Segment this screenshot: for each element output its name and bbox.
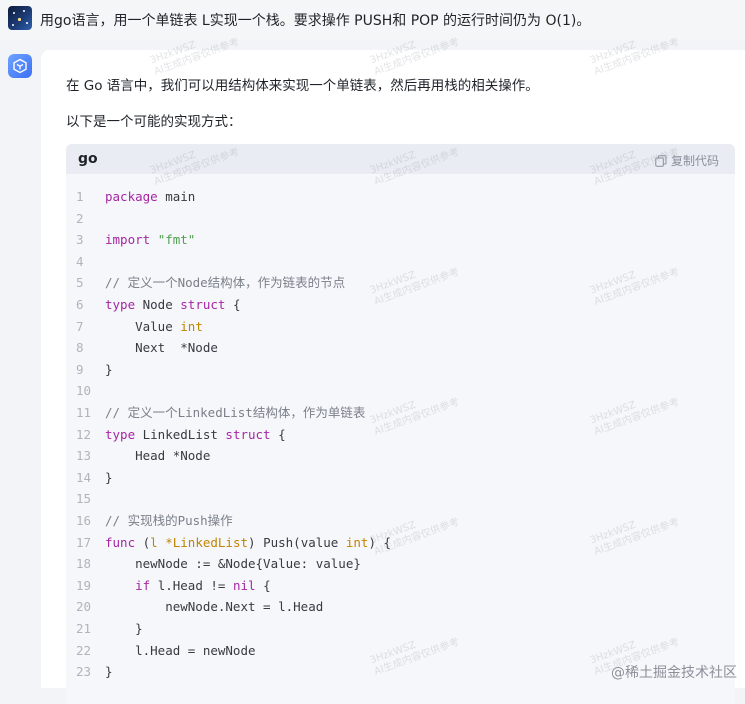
code-line-text: Next *Node	[105, 340, 218, 356]
answer-card: 在 Go 语言中，我们可以用结构体来实现一个单链表，然后再用栈的相关操作。 以下…	[41, 50, 745, 704]
question-row: 用go语言，用一个单链表 L实现一个栈。要求操作 PUSH和 POP 的运行时间…	[0, 0, 745, 40]
line-number: 18	[76, 556, 92, 572]
code-line-text: import "fmt"	[105, 232, 196, 248]
line-number: 19	[76, 577, 92, 593]
code-line-text: }	[105, 361, 113, 377]
line-number: 23	[76, 664, 92, 680]
line-number: 7	[76, 318, 84, 334]
code-language-label: go	[78, 151, 98, 167]
ai-assistant-icon	[8, 54, 32, 78]
code-line-text: newNode := &Node{Value: value}	[105, 556, 361, 572]
line-number: 14	[76, 469, 92, 485]
code-line-text: Head *Node	[105, 448, 211, 464]
code-block: go 复制代码 1 package main 2 3 import "fmt" 4 5// …	[66, 144, 735, 704]
answer-intro: 在 Go 语言中，我们可以用结构体来实现一个单链表，然后再用栈的相关操作。	[66, 78, 539, 94]
line-number: 8	[76, 340, 84, 356]
line-number: 21	[76, 621, 92, 636]
code-line-text: Value int	[105, 318, 203, 334]
line-number: 16	[76, 513, 92, 528]
code-line-text: }	[105, 621, 143, 636]
code-line-text: // 定义一个LinkedList结构体，作为单链表	[105, 405, 366, 420]
line-number: 12	[76, 426, 92, 442]
line-number: 17	[76, 534, 92, 550]
line-number: 9	[76, 361, 84, 377]
site-watermark: @稀土掘金技术社区	[611, 665, 737, 681]
code-line-text: }	[105, 469, 113, 485]
copy-code-button[interactable]: 复制代码	[655, 152, 719, 169]
line-number: 15	[76, 491, 92, 507]
copy-icon	[655, 154, 667, 167]
code-line-text: package main	[105, 189, 196, 204]
line-number: 3	[76, 232, 84, 248]
code-line-text: type Node struct {	[105, 297, 241, 312]
answer-lead: 以下是一个可能的实现方式：	[66, 114, 242, 130]
code-line-text: }	[105, 664, 113, 680]
line-number: 5	[76, 275, 84, 291]
line-number: 11	[76, 405, 92, 420]
copy-code-label: 复制代码	[670, 154, 719, 168]
line-number: 6	[76, 297, 84, 312]
code-line-text: if l.Head != nil {	[135, 577, 271, 593]
code-line-text: // 实现栈的Push操作	[105, 513, 233, 528]
question-text: 用go语言，用一个单链表 L实现一个栈。要求操作 PUSH和 POP 的运行时间…	[40, 13, 591, 29]
user-avatar-icon	[8, 6, 32, 30]
line-number: 20	[76, 599, 92, 615]
code-line-text: type LinkedList struct {	[105, 426, 286, 442]
code-line-text: newNode.Next = l.Head	[105, 599, 324, 615]
code-line-text: l.Head = newNode	[105, 642, 256, 658]
line-number: 22	[76, 642, 92, 658]
line-number: 13	[76, 448, 92, 464]
code-header: go 复制代码	[66, 144, 735, 174]
code-line-text: // 定义一个Node结构体，作为链表的节点	[105, 275, 346, 291]
line-number: 2	[76, 210, 84, 226]
line-number: 4	[76, 253, 84, 269]
code-line-text: func (l *LinkedList) Push(value int) {	[105, 534, 392, 550]
line-number: 1	[76, 189, 84, 204]
line-number: 10	[76, 383, 92, 399]
